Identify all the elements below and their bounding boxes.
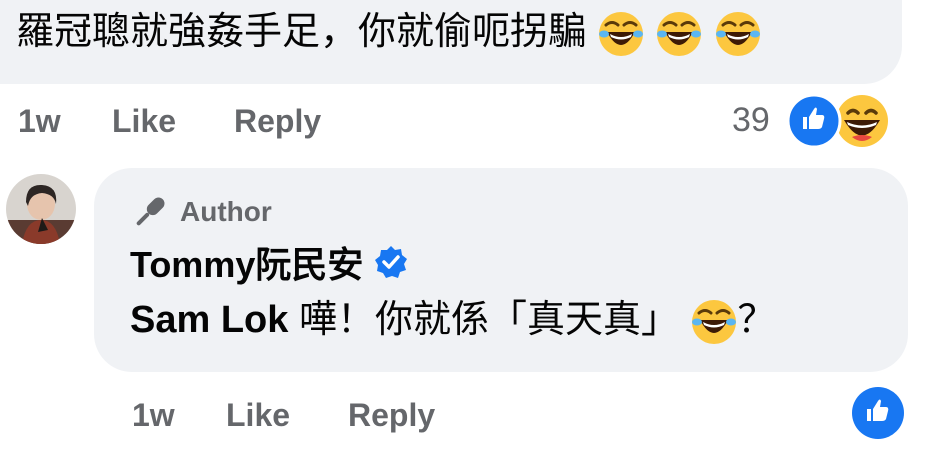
avatar[interactable] bbox=[6, 174, 76, 244]
reply-comment-text-row: Sam Lok 嘩！你就係「真天真」 ？ bbox=[130, 296, 776, 346]
verified-badge-icon bbox=[375, 246, 408, 278]
author-badge-label: Author bbox=[180, 196, 272, 227]
laughing-tears-emoji bbox=[714, 10, 762, 58]
reply-comment-text: 嘩！你就係「真天真」 bbox=[288, 299, 679, 341]
parent-comment-time[interactable]: 1w bbox=[18, 103, 61, 140]
reply-author-name[interactable]: Tommy阮民安 bbox=[130, 236, 363, 288]
reply-like-button[interactable]: Like bbox=[226, 397, 290, 434]
parent-comment-text: 羅冠聰就強姦手足，你就偷呃拐騙 bbox=[16, 11, 587, 54]
author-badge: Author bbox=[130, 192, 272, 232]
like-reaction-icon bbox=[786, 93, 842, 149]
laughing-tears-emoji bbox=[655, 10, 703, 58]
microphone-icon bbox=[136, 197, 165, 226]
mention-link[interactable]: Sam Lok bbox=[130, 299, 288, 341]
reply-author-row: Tommy阮民安 bbox=[130, 240, 409, 285]
avatar-image bbox=[6, 174, 76, 244]
reactions-summary[interactable] bbox=[786, 93, 890, 149]
parent-like-button[interactable]: Like bbox=[112, 103, 176, 140]
reply-reply-button[interactable]: Reply bbox=[348, 397, 435, 434]
reply-comment-time[interactable]: 1w bbox=[132, 397, 175, 434]
haha-reaction-icon bbox=[836, 95, 888, 147]
parent-comment-text-row: 羅冠聰就強姦手足，你就偷呃拐騙 bbox=[16, 10, 762, 58]
laughing-tears-emoji bbox=[690, 298, 738, 346]
reaction-count[interactable]: 39 bbox=[732, 101, 770, 140]
laughing-tears-emoji bbox=[597, 10, 645, 58]
like-reaction-icon[interactable] bbox=[850, 385, 906, 441]
parent-reply-button[interactable]: Reply bbox=[234, 103, 321, 140]
reply-comment-text-end: ？ bbox=[737, 299, 776, 341]
